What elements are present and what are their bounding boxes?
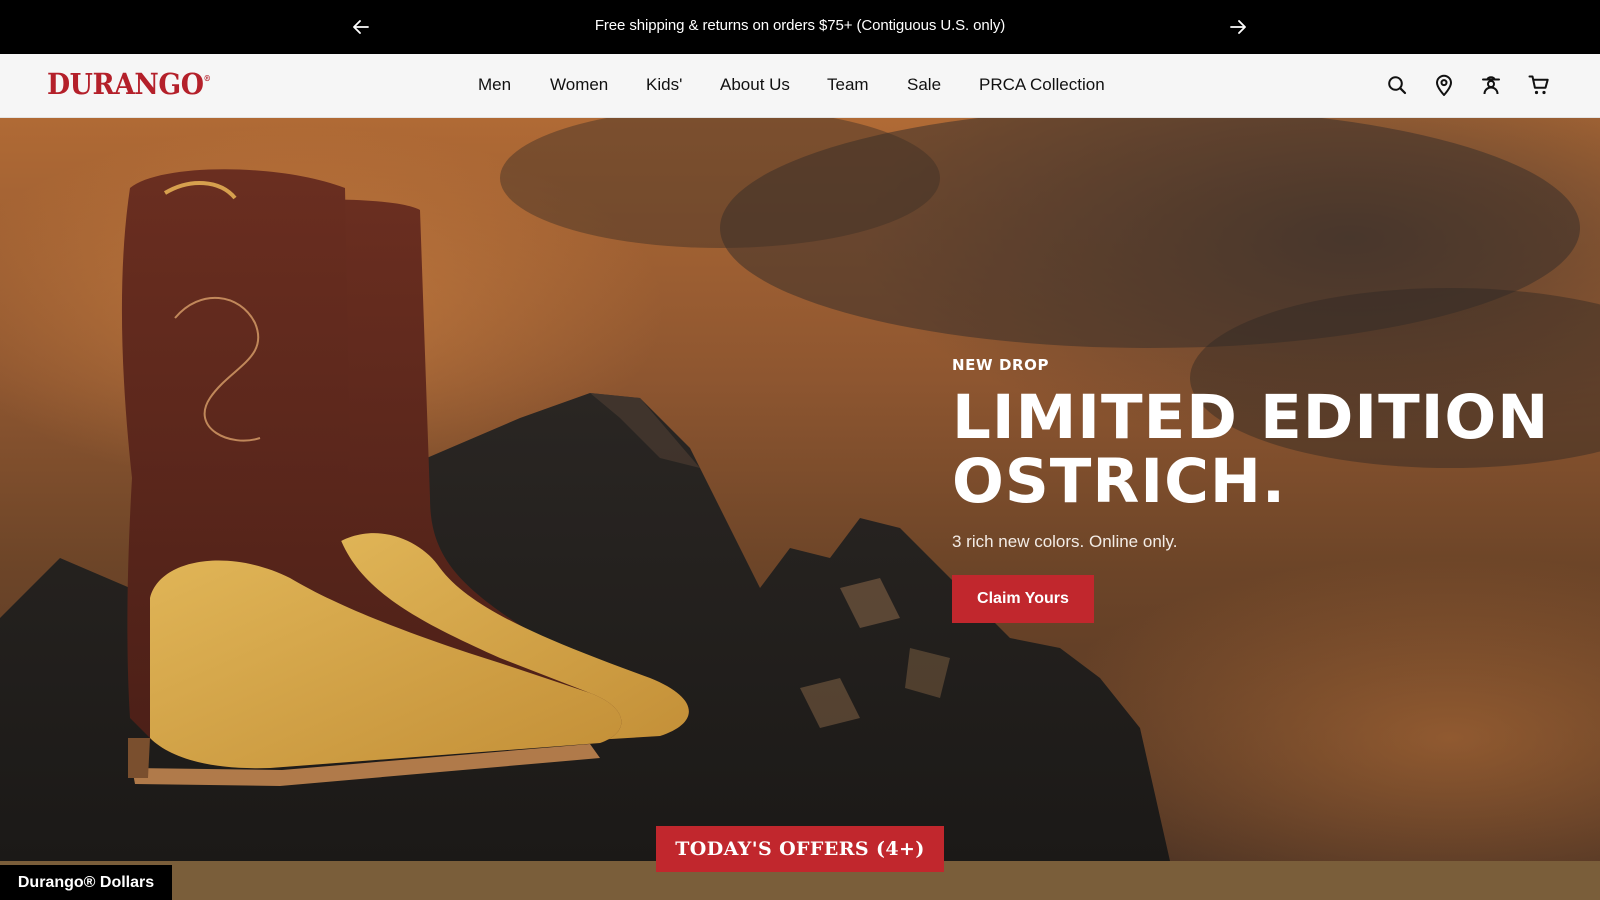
nav-prca-collection[interactable]: PRCA Collection [979, 75, 1105, 95]
arrow-right-icon [1230, 20, 1246, 34]
nav-men[interactable]: Men [478, 75, 511, 95]
todays-offers-button[interactable]: TODAY'S OFFERS (4+) [656, 826, 944, 872]
nav-kids[interactable]: Kids' [646, 75, 682, 95]
nav-women[interactable]: Women [550, 75, 608, 95]
durango-dollars-tab[interactable]: Durango® Dollars [0, 865, 172, 900]
cart-button[interactable] [1526, 72, 1552, 98]
announcement-bar: Free shipping & returns on orders $75+ (… [0, 0, 1600, 54]
account-button[interactable] [1478, 72, 1504, 98]
search-icon [1388, 76, 1407, 95]
location-pin-icon [1435, 74, 1453, 96]
nav-about-us[interactable]: About Us [720, 75, 790, 95]
announcement-message: Free shipping & returns on orders $75+ (… [594, 17, 1006, 34]
hero-headline: LIMITED EDITION OSTRICH. [952, 386, 1592, 514]
site-header: DURANGO® Men Women Kids' About Us Team S… [0, 54, 1600, 118]
hero-eyebrow: NEW DROP [952, 356, 1050, 374]
hero-subtext: 3 rich new colors. Online only. [952, 532, 1178, 551]
nav-team[interactable]: Team [827, 75, 869, 95]
logo-registered-mark: ® [203, 73, 211, 83]
claim-yours-button[interactable]: Claim Yours [952, 575, 1094, 623]
durango-logo[interactable]: DURANGO® [47, 67, 211, 101]
announcement-next-button[interactable] [1224, 13, 1252, 41]
account-icon [1482, 76, 1500, 95]
cart-icon [1528, 75, 1549, 95]
hero-headline-line-1: LIMITED EDITION [952, 382, 1550, 453]
nav-sale[interactable]: Sale [907, 75, 941, 95]
hero-text: NEW DROP LIMITED EDITION OSTRICH. 3 rich… [952, 356, 1592, 552]
hero-banner: NEW DROP LIMITED EDITION OSTRICH. 3 rich… [0, 118, 1600, 861]
search-button[interactable] [1384, 72, 1410, 98]
hero-headline-line-2: OSTRICH. [952, 446, 1287, 517]
logo-text: DURANGO [47, 67, 204, 101]
store-locator-button[interactable] [1431, 72, 1457, 98]
